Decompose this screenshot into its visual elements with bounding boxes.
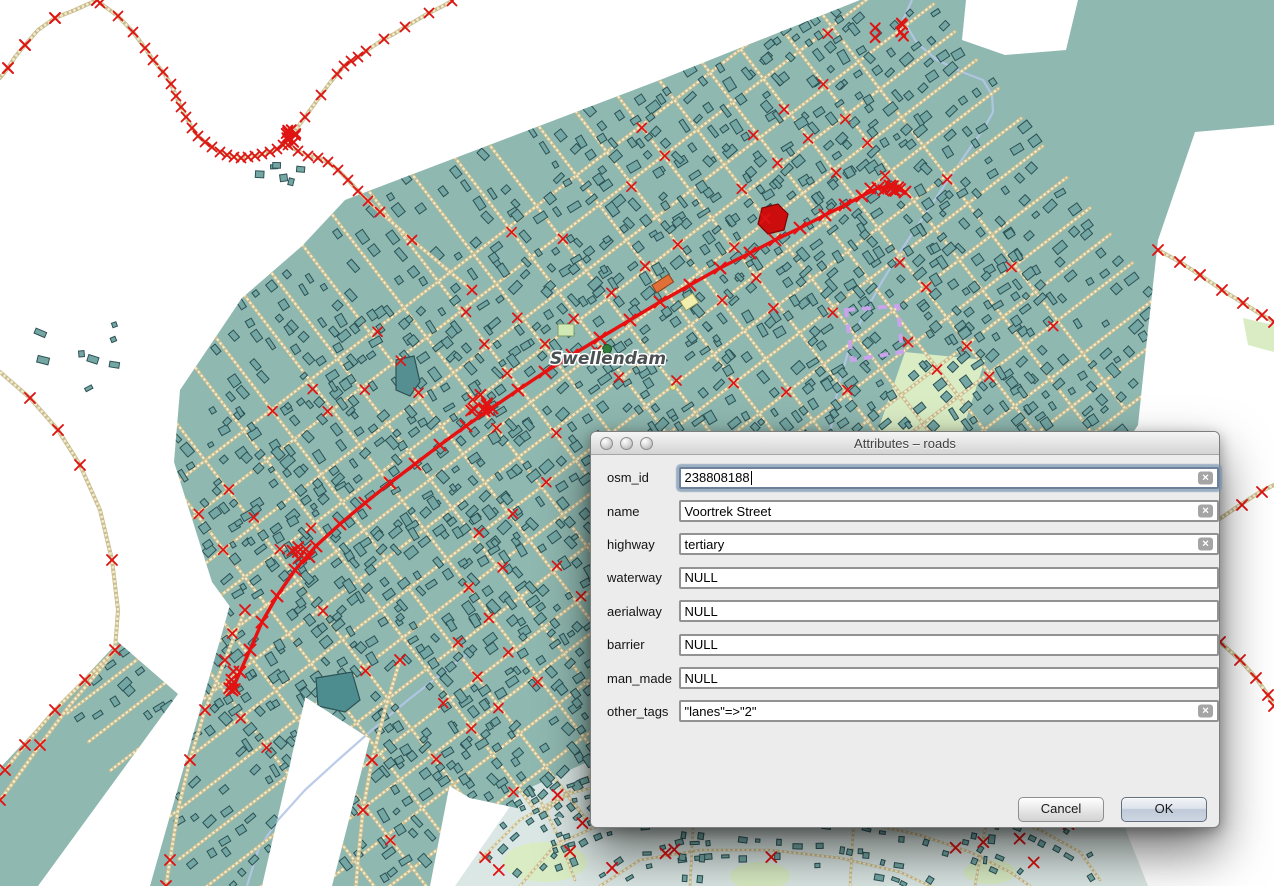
clear-field-icon[interactable]: ✕ <box>1198 505 1213 518</box>
cancel-button[interactable]: Cancel <box>1018 797 1104 822</box>
attribute-row: barrier NULL <box>591 628 1219 661</box>
field-label-man_made: man_made <box>607 671 679 686</box>
field-input-name[interactable]: Voortrek Street ✕ <box>679 500 1219 522</box>
field-input-osm_id[interactable]: 238808188 ✕ <box>679 467 1219 489</box>
dialog-title: Attributes – roads <box>854 436 956 451</box>
field-input-aerialway[interactable]: NULL <box>679 600 1219 622</box>
field-label-other_tags: other_tags <box>607 704 679 719</box>
field-input-highway[interactable]: tertiary ✕ <box>679 533 1219 555</box>
town-label: Swellendam <box>550 349 666 369</box>
field-input-waterway[interactable]: NULL <box>679 567 1219 589</box>
field-label-highway: highway <box>607 537 679 552</box>
field-label-aerialway: aerialway <box>607 604 679 619</box>
field-label-name: name <box>607 504 679 519</box>
attribute-row: name Voortrek Street ✕ <box>591 494 1219 527</box>
clear-field-icon[interactable]: ✕ <box>1198 705 1213 718</box>
field-label-barrier: barrier <box>607 637 679 652</box>
minimize-button[interactable] <box>620 437 633 450</box>
attribute-row: aerialway NULL <box>591 595 1219 628</box>
clear-field-icon[interactable]: ✕ <box>1198 538 1213 551</box>
field-input-barrier[interactable]: NULL <box>679 634 1219 656</box>
zoom-button[interactable] <box>640 437 653 450</box>
attribute-form: osm_id 238808188 ✕ name Voortrek Street … <box>591 455 1219 728</box>
ok-button[interactable]: OK <box>1121 797 1207 822</box>
attribute-row: waterway NULL <box>591 561 1219 594</box>
field-label-osm_id: osm_id <box>607 470 679 485</box>
attribute-row: man_made NULL <box>591 661 1219 694</box>
field-label-waterway: waterway <box>607 570 679 585</box>
text-caret <box>751 471 752 485</box>
attribute-row: other_tags "lanes"=>"2" ✕ <box>591 695 1219 728</box>
field-input-other_tags[interactable]: "lanes"=>"2" ✕ <box>679 700 1219 722</box>
close-button[interactable] <box>600 437 613 450</box>
attribute-row: highway tertiary ✕ <box>591 528 1219 561</box>
attribute-row: osm_id 238808188 ✕ <box>591 461 1219 494</box>
clear-field-icon[interactable]: ✕ <box>1198 471 1213 484</box>
dialog-titlebar[interactable]: Attributes – roads <box>591 432 1219 455</box>
attributes-dialog: Attributes – roads osm_id 238808188 ✕ na… <box>590 431 1220 828</box>
field-input-man_made[interactable]: NULL <box>679 667 1219 689</box>
